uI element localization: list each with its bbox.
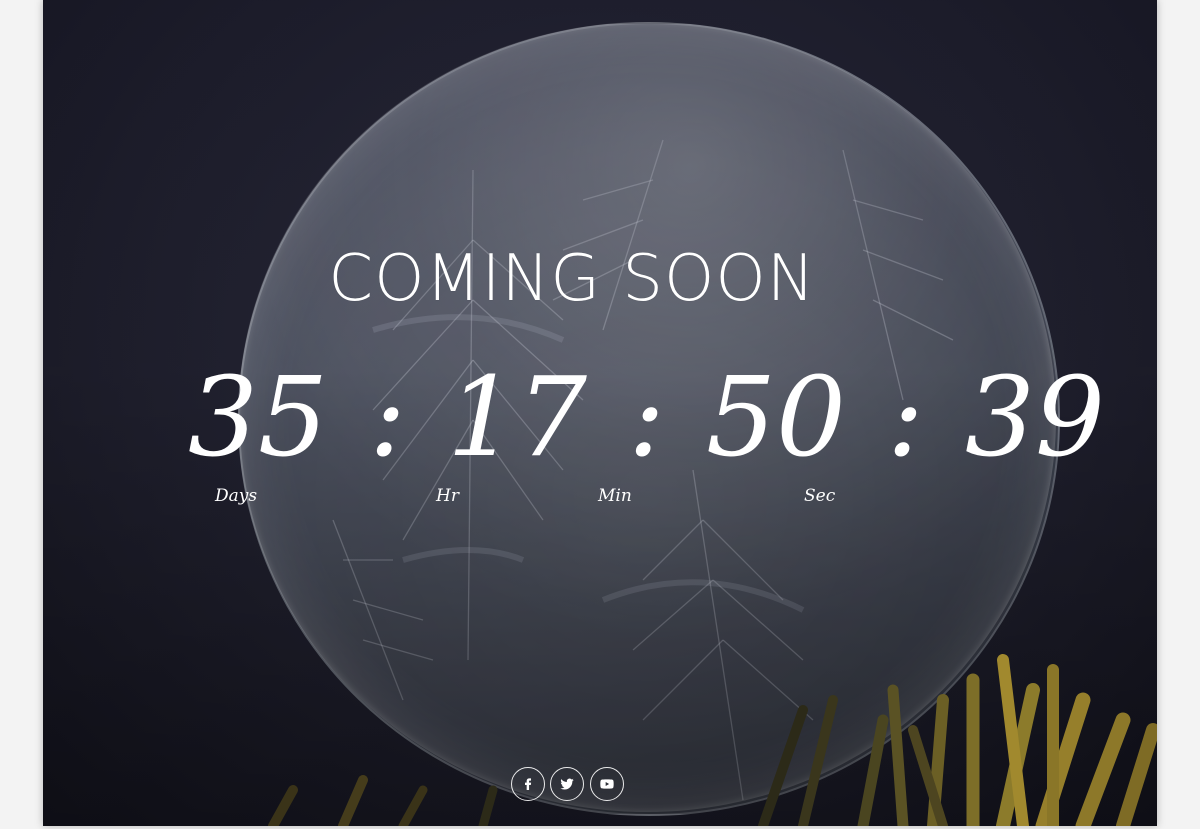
- countdown-minutes-label: Min: [598, 486, 632, 506]
- youtube-icon: [600, 779, 614, 789]
- countdown-hours-value: 17: [446, 353, 587, 481]
- countdown-days-value: 35: [188, 353, 328, 481]
- countdown-seconds-value: 39: [964, 353, 1105, 481]
- countdown-separator: :: [627, 353, 665, 481]
- countdown-days-label: Days: [215, 486, 258, 506]
- countdown-hours-label: Hr: [436, 486, 459, 506]
- page-title: COMING SOON: [328, 242, 816, 316]
- youtube-link[interactable]: [590, 767, 624, 801]
- countdown-separator: :: [368, 353, 407, 481]
- twitter-icon: [560, 778, 574, 790]
- countdown-timer: 35 : 17 : 50 : 39: [188, 352, 1105, 482]
- countdown-separator: :: [886, 353, 924, 481]
- countdown-seconds-label: Sec: [804, 486, 836, 506]
- countdown-minutes-value: 50: [705, 353, 846, 481]
- hero-section: COMING SOON 35 : 17 : 50 : 39 Days Hr Mi…: [43, 0, 1157, 826]
- twitter-link[interactable]: [550, 767, 584, 801]
- facebook-link[interactable]: [511, 767, 545, 801]
- facebook-icon: [525, 778, 532, 790]
